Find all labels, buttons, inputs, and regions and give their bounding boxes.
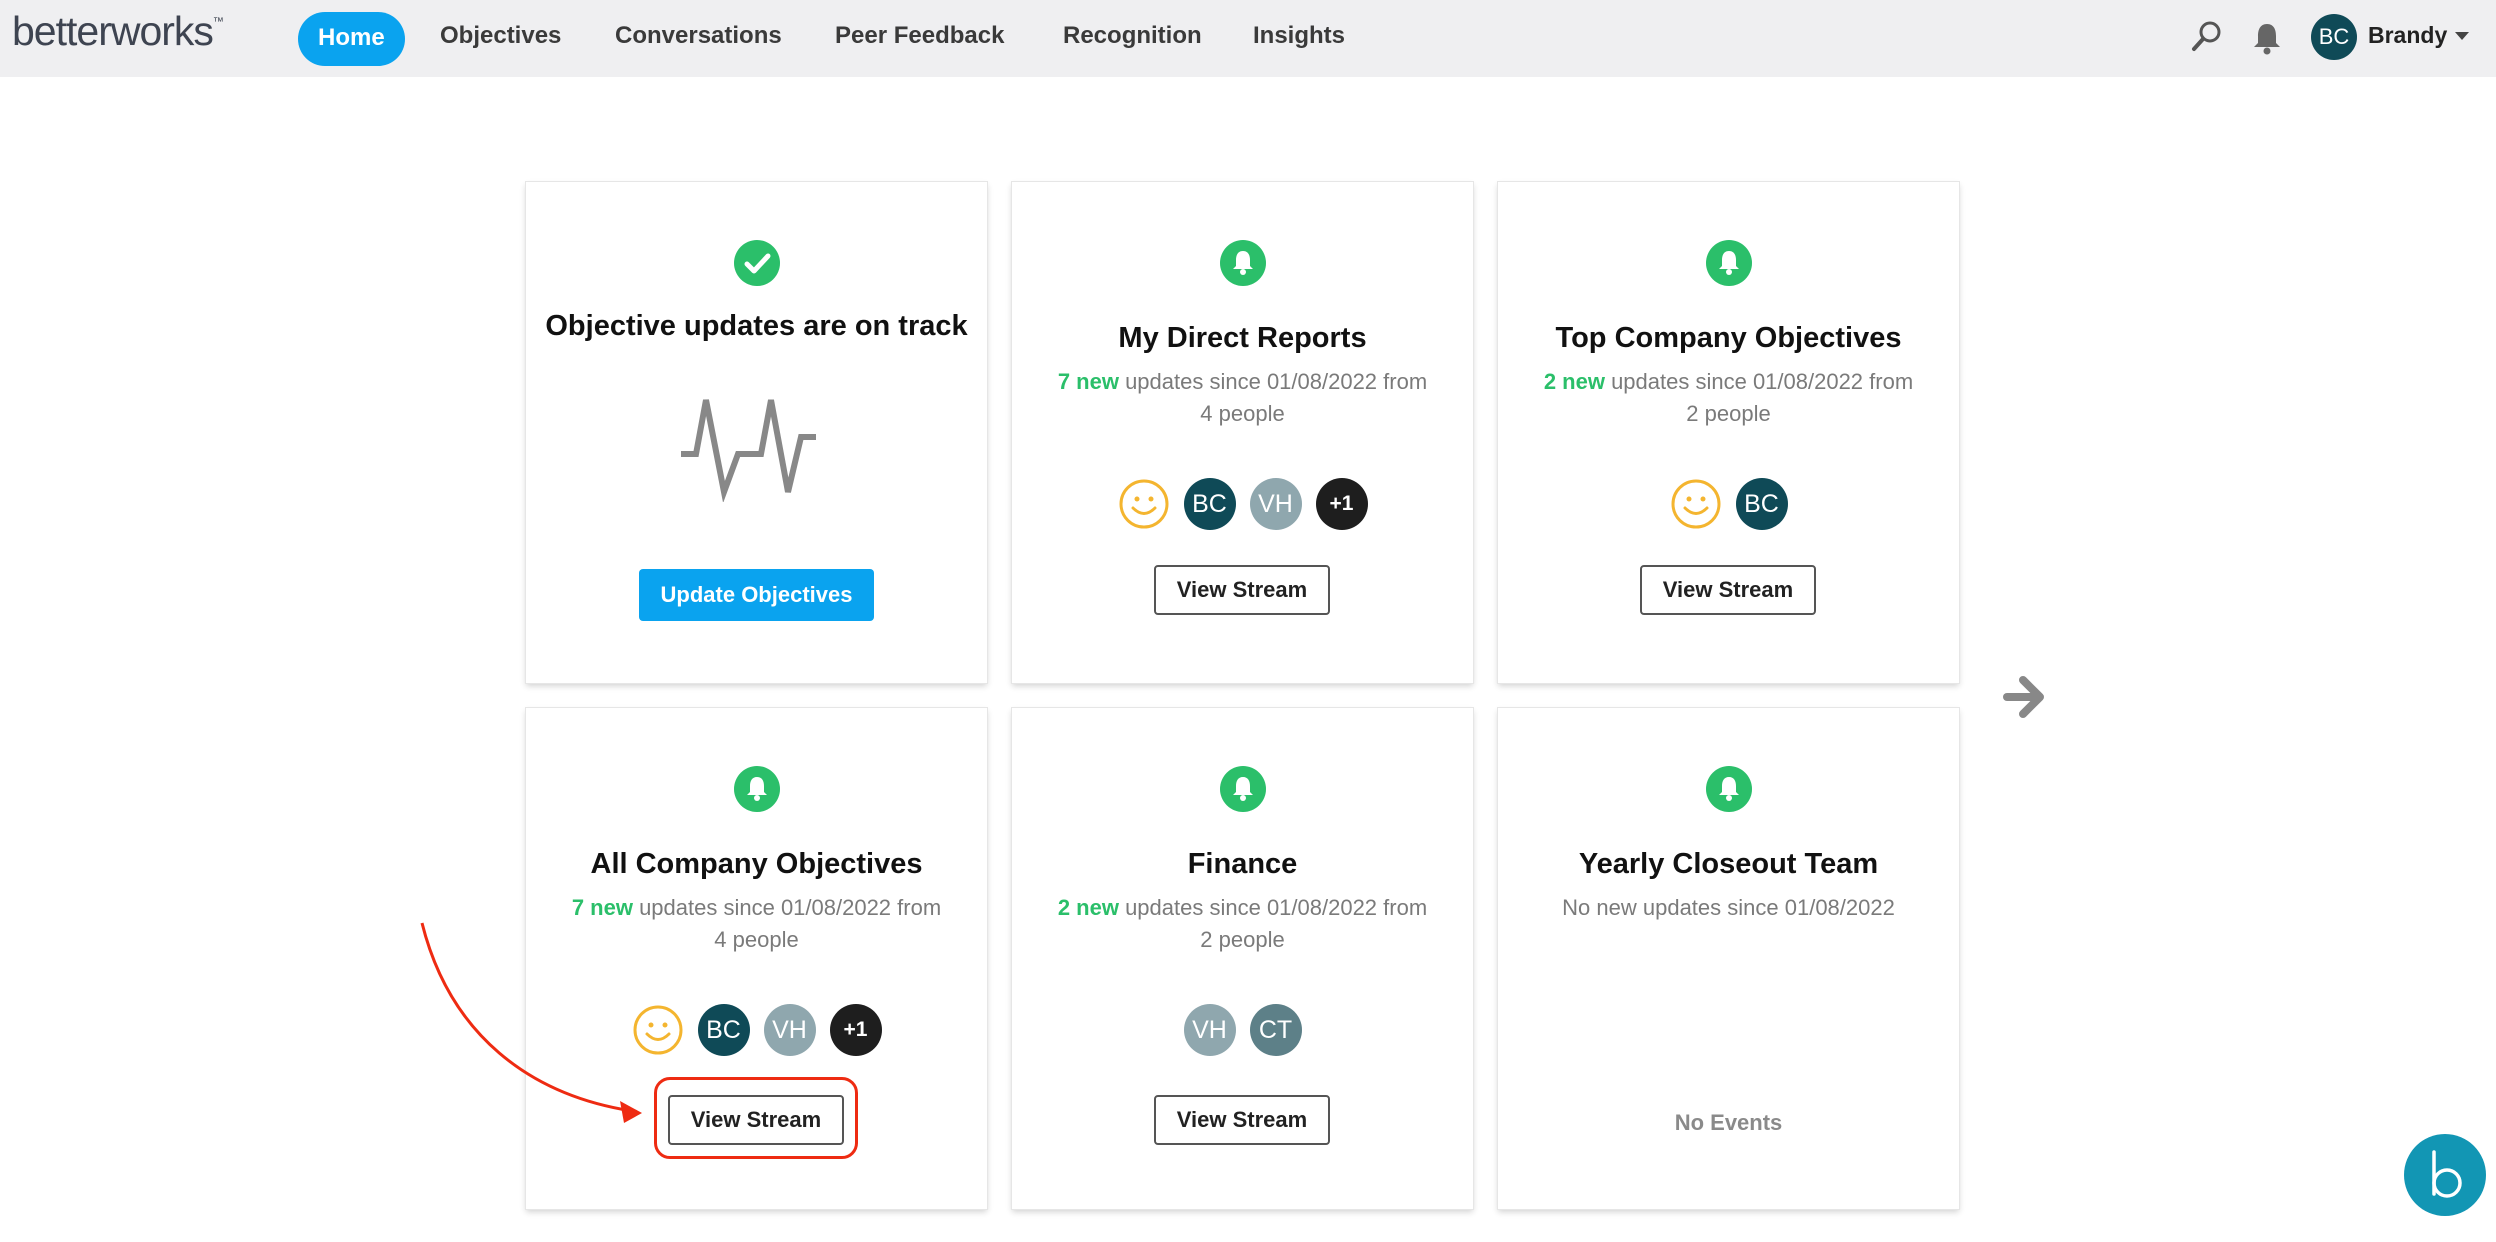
card-subtitle: 2 new updates since 01/08/2022 from 2 pe… [1052,892,1433,956]
more-avatars-badge[interactable]: +1 [829,1004,882,1056]
smiley-avatar-icon[interactable] [1118,478,1170,530]
updates-text: updates since 01/08/2022 from 2 people [1118,895,1428,952]
card-title: Top Company Objectives [1555,322,1902,354]
user-avatar[interactable]: BC [2311,14,2357,60]
annotation-highlight-box [654,1077,858,1159]
avatar[interactable]: VH [1183,1004,1236,1056]
card-my-direct-reports: My Direct Reports 7 new updates since 01… [1012,182,1473,683]
card-objective-updates: Objective updates are on track Update Ob… [526,182,987,683]
card-top-company-objectives: Top Company Objectives 2 new updates sin… [1498,182,1959,683]
avatar[interactable]: CT [1249,1004,1302,1056]
card-subtitle: No new updates since 01/08/2022 [1562,895,1895,920]
logo-text: betterworks [12,8,214,54]
card-finance: Finance 2 new updates since 01/08/2022 f… [1012,708,1473,1209]
nav-objectives[interactable]: Objectives [420,16,581,68]
annotation-arrow [420,922,642,1123]
avatar[interactable]: BC [697,1004,750,1056]
smiley-avatar-icon[interactable] [1670,478,1722,530]
updates-text: updates since 01/08/2022 from 4 people [1118,369,1428,426]
arrow-right-icon[interactable] [2003,672,2047,727]
card-title: Yearly Closeout Team [1578,848,1879,880]
updates-text: updates since 01/08/2022 from 2 people [1604,369,1914,426]
help-chat-button[interactable] [2404,1134,2486,1216]
nav-home[interactable]: Home [298,12,405,66]
bell-icon [1220,766,1266,812]
top-navigation-bar: betterworks™ Home Objectives Conversatio… [0,0,2496,77]
avatar[interactable]: VH [763,1004,816,1056]
updates-text: updates since 01/08/2022 from 4 people [632,895,942,952]
avatar[interactable]: VH [1249,478,1302,530]
view-stream-button[interactable]: View Stream [1154,1095,1330,1145]
update-objectives-button[interactable]: Update Objectives [639,569,874,621]
card-title: My Direct Reports [1118,322,1367,354]
chevron-down-icon[interactable] [2455,32,2469,40]
nav-peer-feedback[interactable]: Peer Feedback [815,16,1024,68]
avatar-group: BC [1498,478,1959,534]
user-name[interactable]: Brandy [2368,22,2447,49]
bell-icon[interactable] [2250,18,2284,56]
new-count: 2 new [1057,895,1119,920]
nav-recognition[interactable]: Recognition [1043,16,1222,68]
card-title: All Company Objectives [590,848,923,880]
card-subtitle: 2 new updates since 01/08/2022 from 2 pe… [1538,366,1919,430]
card-yearly-closeout-team: Yearly Closeout Team No new updates sinc… [1498,708,1959,1209]
bell-icon [1706,766,1752,812]
check-icon [734,240,780,286]
card-title: Objective updates are on track [545,310,968,342]
card-subtitle: 7 new updates since 01/08/2022 from 4 pe… [1052,366,1433,430]
nav-insights[interactable]: Insights [1233,16,1365,68]
new-count: 7 new [1057,369,1119,394]
bell-icon [734,766,780,812]
pulse-line-icon [676,392,836,507]
bell-icon [1706,240,1752,286]
betterworks-b-icon [2432,1150,2462,1198]
avatar-group: BC VH +1 [1012,478,1473,534]
more-avatars-badge[interactable]: +1 [1315,478,1368,530]
betterworks-logo[interactable]: betterworks™ [12,8,224,55]
search-icon[interactable] [2190,18,2224,56]
view-stream-button[interactable]: View Stream [1154,565,1330,615]
view-stream-button[interactable]: View Stream [1640,565,1816,615]
avatar-group: VH CT [1012,1004,1473,1060]
new-count: 2 new [1543,369,1605,394]
nav-conversations[interactable]: Conversations [595,16,802,68]
no-events-label: No Events [1674,1110,1783,1135]
avatar[interactable]: BC [1735,478,1788,530]
card-title: Finance [1187,848,1298,880]
logo-trademark: ™ [212,16,224,28]
avatar[interactable]: BC [1183,478,1236,530]
bell-icon [1220,240,1266,286]
